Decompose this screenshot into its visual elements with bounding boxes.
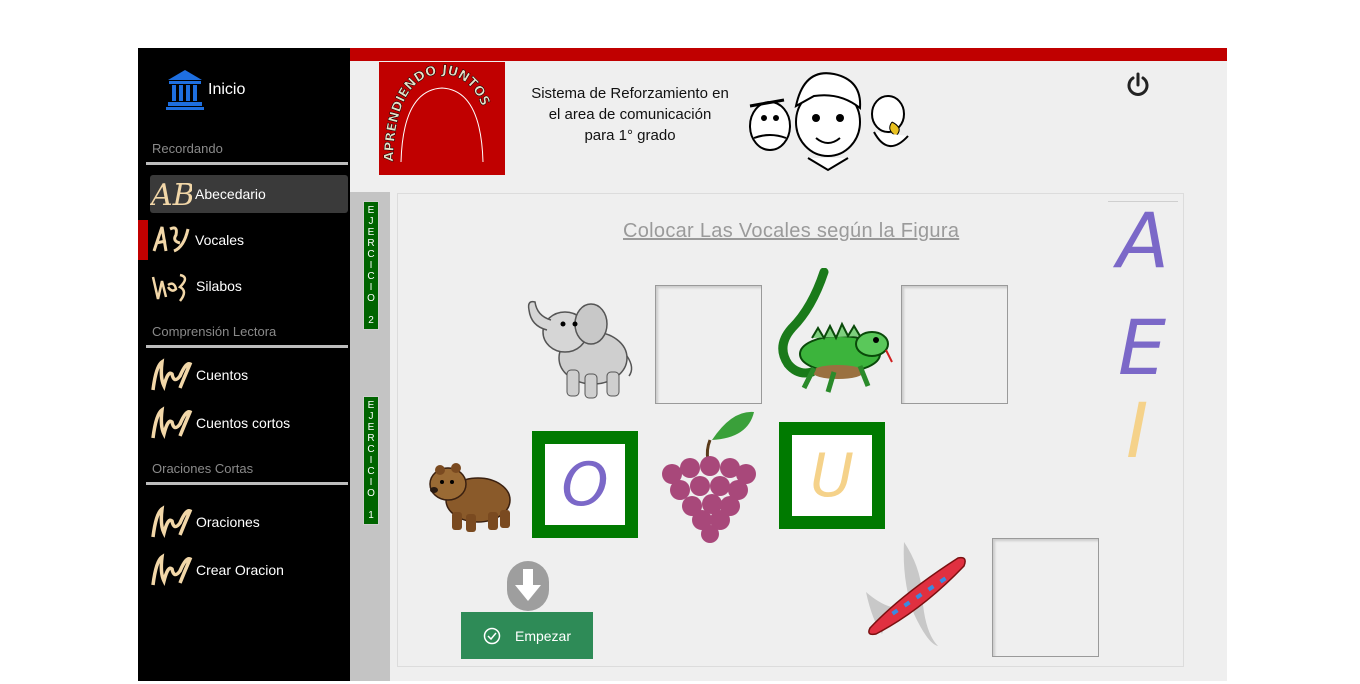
sidebar-item-label: Vocales <box>195 232 245 248</box>
logo: APRENDIENDO JUNTOS <box>379 62 505 175</box>
lectura-icon <box>151 553 193 587</box>
home-link[interactable]: Inicio <box>166 68 245 112</box>
logo-arch-icon: APRENDIENDO JUNTOS <box>382 63 493 163</box>
drop-slot-iguana[interactable] <box>901 285 1008 404</box>
sidebar-item-cuentos-cortos[interactable]: Cuentos cortos <box>150 404 348 442</box>
current-item-marker <box>138 220 148 260</box>
tab-ejercicio-1[interactable]: E J E R C I C I O 1 <box>363 396 379 525</box>
drop-slot-airplane[interactable] <box>992 538 1099 657</box>
draggable-letter-a[interactable]: A <box>1117 196 1169 285</box>
sidebar-item-crear-oracion[interactable]: Crear Oracion <box>150 551 348 589</box>
sidebar-item-label: Oraciones <box>196 514 260 530</box>
museum-icon <box>166 70 204 110</box>
kids-illustration <box>749 72 909 172</box>
drop-slot-grapes[interactable]: U <box>779 422 885 529</box>
logo-text: APRENDIENDO JUNTOS <box>382 63 493 163</box>
home-label: Inicio <box>208 81 246 98</box>
lectura-icon <box>151 358 193 392</box>
ab-icon: AB <box>150 178 192 213</box>
placed-letter-u[interactable]: U <box>810 441 854 511</box>
silabos-icon <box>151 273 187 302</box>
sidebar-item-label: Silabos <box>196 278 242 294</box>
drop-slot-elephant[interactable] <box>655 285 762 404</box>
draggable-letter-e[interactable]: E <box>1118 303 1166 392</box>
sidebar-item-label: Abecedario <box>195 186 266 202</box>
check-circle-icon <box>483 627 501 644</box>
svg-text:AB: AB <box>150 178 192 213</box>
section-title-oraciones: Oraciones Cortas <box>152 461 254 476</box>
top-bar <box>350 48 1227 61</box>
lectura-icon <box>151 406 193 440</box>
section-divider <box>146 482 348 485</box>
placed-letter-o[interactable]: O <box>561 450 608 520</box>
airplane-figure <box>866 542 966 646</box>
grapes-figure <box>662 411 756 543</box>
lectura-icon <box>151 505 193 539</box>
elephant-figure <box>527 300 633 399</box>
vocales-icon <box>152 226 190 253</box>
sidebar-item-vocales[interactable]: Vocales <box>150 221 348 259</box>
app-window: Inicio Recordando AB Abecedario Vocales … <box>138 48 1227 681</box>
sidebar-item-cuentos[interactable]: Cuentos <box>150 356 348 394</box>
draggable-letter-i[interactable]: I <box>1126 386 1148 475</box>
slot-inner: O <box>545 444 625 525</box>
section-divider <box>146 162 348 165</box>
sidebar-item-label: Cuentos <box>196 367 249 383</box>
section-title-comprension: Comprensión Lectora <box>152 324 277 339</box>
drop-slot-bear[interactable]: O <box>532 431 638 538</box>
power-icon[interactable] <box>1125 72 1151 98</box>
sidebar: Inicio Recordando AB Abecedario Vocales … <box>138 48 350 681</box>
sidebar-item-label: Cuentos cortos <box>196 415 291 431</box>
header-subtitle: Sistema de Reforzamiento en el area de c… <box>531 85 729 144</box>
bear-figure <box>429 463 511 532</box>
sidebar-item-oraciones[interactable]: Oraciones <box>150 503 348 541</box>
svg-text:APRENDIENDO JUNTOS: APRENDIENDO JUNTOS <box>382 63 492 162</box>
slot-inner: U <box>792 435 872 516</box>
start-button-label: Empezar <box>514 627 572 644</box>
tab-ejercicio-2[interactable]: E J E R C I C I O 2 <box>363 201 379 330</box>
sidebar-item-label: Crear Oracion <box>196 562 284 578</box>
iguana-figure <box>778 268 893 393</box>
start-button[interactable]: Empezar <box>461 612 593 659</box>
section-title-recordando: Recordando <box>152 141 223 156</box>
down-arrow-icon <box>507 561 549 611</box>
activity-title: Colocar Las Vocales según la Figura <box>623 220 960 242</box>
section-divider <box>146 345 348 348</box>
sidebar-item-abecedario[interactable]: AB Abecedario <box>150 175 348 213</box>
sidebar-item-silabos[interactable]: Silabos <box>150 267 348 305</box>
